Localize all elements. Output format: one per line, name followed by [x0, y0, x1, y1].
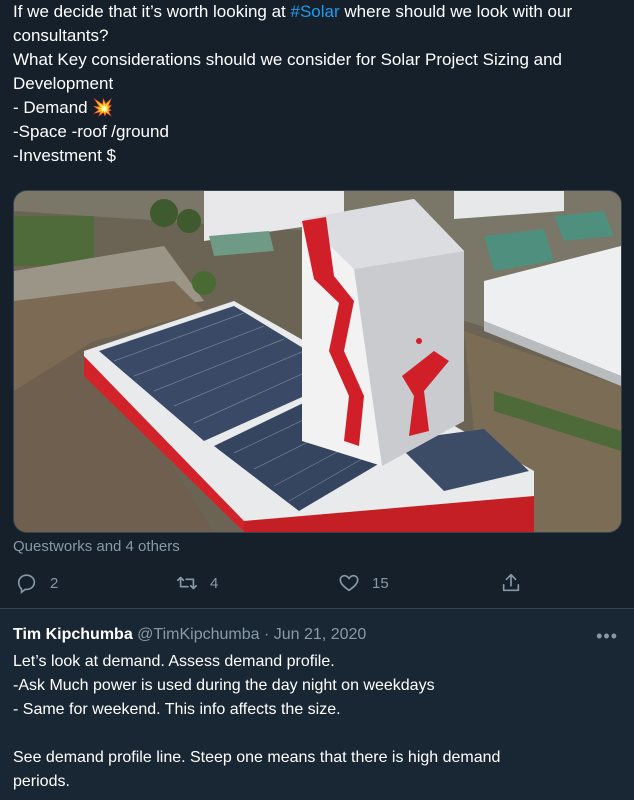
reply-line: See demand profile line. Steep one means… — [13, 749, 501, 766]
tweet-line: If we decide that it’s worth looking at … — [13, 0, 613, 24]
reply-date[interactable]: Jun 21, 2020 — [274, 626, 367, 643]
share-button[interactable] — [500, 568, 534, 598]
reply-header: Tim Kipchumba @TimKipchumba · Jun 21, 20… — [13, 624, 366, 646]
reply-line: - Same for weekend. This info affects th… — [13, 701, 341, 718]
retweet-button[interactable]: 4 — [176, 568, 218, 598]
like-icon — [339, 574, 359, 592]
reply-separator: · — [263, 626, 270, 643]
tweet-line-text: If we decide that it’s worth looking at — [13, 2, 291, 21]
reply-line: -Ask Much power is used during the day n… — [13, 677, 435, 694]
tweet-line: -Investment $ — [13, 146, 116, 165]
retweet-icon — [177, 576, 197, 590]
more-options-icon[interactable]: ••• — [596, 626, 618, 647]
reply-line: periods. — [13, 773, 70, 790]
tweet-text: If we decide that it’s worth looking at … — [13, 0, 613, 168]
like-count: 15 — [372, 574, 389, 592]
tweet-line: Development — [13, 74, 114, 93]
reply-button[interactable]: 2 — [16, 568, 58, 598]
tweet-media-photo[interactable] — [13, 190, 622, 533]
solar-rooftop-building-photo — [14, 191, 621, 532]
tweet-actions-bar: 2 4 15 — [0, 568, 634, 598]
liked-by-text[interactable]: Questworks and 4 others — [13, 538, 180, 555]
tweet-line: consultants? — [13, 26, 109, 45]
reply-author-name[interactable]: Tim Kipchumba — [13, 626, 133, 643]
reply-count: 2 — [50, 574, 59, 592]
reply-author-handle[interactable]: @TimKipchumba — [137, 626, 259, 643]
tweet-line: What Key considerations should we consid… — [13, 50, 563, 69]
tweet-line-text: where should we look with our — [339, 2, 573, 21]
reply-line — [13, 722, 623, 746]
like-button[interactable]: 15 — [338, 568, 389, 598]
tweet-line: -Space -roof /ground — [13, 122, 169, 141]
reply-icon — [17, 574, 36, 594]
tweet-line: - Demand 💥 — [13, 98, 114, 117]
hashtag-link[interactable]: #Solar — [291, 2, 340, 21]
retweet-count: 4 — [210, 574, 219, 592]
share-icon — [502, 573, 520, 592]
reply-line: Let’s look at demand. Assess demand prof… — [13, 653, 335, 670]
reply-text: Let’s look at demand. Assess demand prof… — [13, 650, 623, 794]
